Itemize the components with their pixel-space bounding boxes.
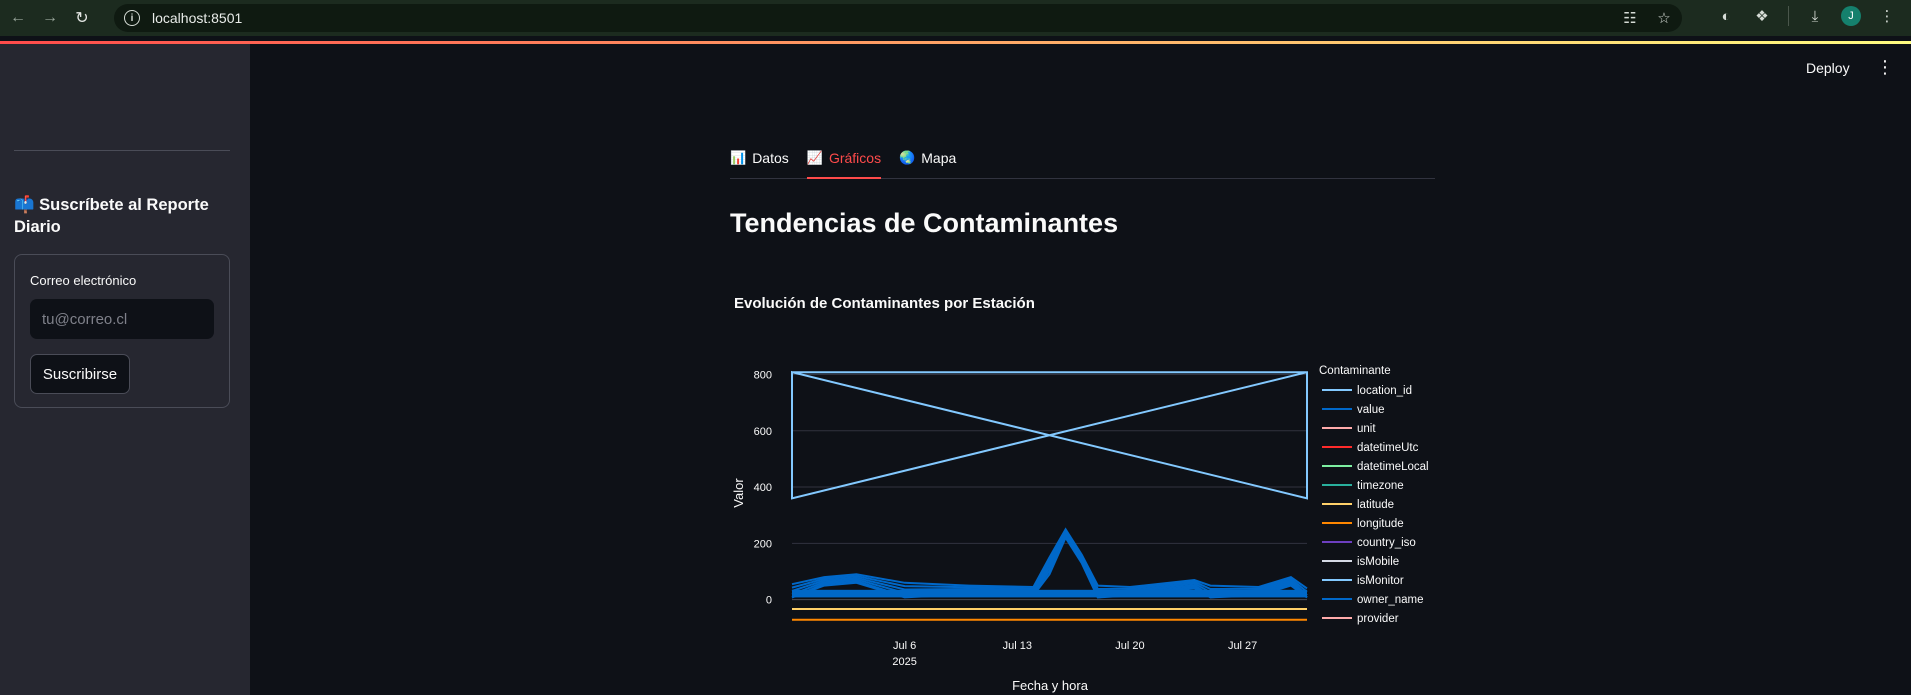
- legend-item-label: value: [1357, 404, 1385, 416]
- translate-icon[interactable]: ☷: [1620, 8, 1640, 28]
- legend-item-label: datetimeUtc: [1357, 442, 1419, 454]
- x-axis-ticks: Jul 6 Jul 13 Jul 20 Jul 27 2025: [892, 640, 1257, 668]
- header-decoration-bar: [0, 41, 1911, 44]
- page-title: Tendencias de Contaminantes: [730, 208, 1119, 238]
- toolbar-separator: [1788, 6, 1789, 26]
- x-tick-label: Jul 20: [1115, 640, 1144, 652]
- x-tick-label: Jul 13: [1003, 640, 1032, 652]
- tab-mapa[interactable]: 🌏 Mapa: [899, 146, 956, 179]
- subscribe-form: Correo electrónico Suscribirse: [14, 254, 230, 408]
- chart-legend[interactable]: Contaminante location_idvalue unit datetim…: [1319, 365, 1429, 625]
- url-text[interactable]: localhost:8501: [152, 10, 242, 26]
- sidebar: 📫 Suscríbete al Reporte Diario Correo el…: [0, 44, 250, 695]
- x-tick-label: Jul 6: [893, 640, 916, 652]
- legend-item-label: latitude: [1357, 499, 1394, 511]
- browser-toolbar: ← → ↻ i localhost:8501 ☷ ☆ ◐ ❖ ⤓ J ⋮: [0, 0, 1911, 36]
- legend-item-label: provider: [1357, 613, 1399, 625]
- tab-label: Gráficos: [828, 150, 882, 166]
- legend-item-label: longitude: [1357, 518, 1404, 530]
- deploy-button[interactable]: Deploy: [1806, 60, 1850, 76]
- legend-item-label: timezone: [1357, 480, 1404, 492]
- app-menu-icon[interactable]: ⋮: [1876, 58, 1894, 76]
- y-axis-ticks: 0 200 400 600 800: [754, 369, 772, 606]
- y-tick-label: 800: [754, 369, 772, 381]
- media-control-icon[interactable]: ◐: [1716, 6, 1736, 26]
- y-axis-label: Valor: [731, 478, 746, 508]
- line-chart-icon: 📈: [806, 150, 823, 165]
- email-input[interactable]: [30, 299, 214, 339]
- bar-chart-icon: 📊: [730, 150, 747, 165]
- pollutant-trend-chart[interactable]: Evolución de Contaminantes por Estación …: [730, 290, 1450, 695]
- subscribe-heading: 📫 Suscríbete al Reporte Diario: [14, 196, 209, 236]
- y-tick-label: 400: [754, 482, 772, 494]
- download-icon[interactable]: ⤓: [1805, 6, 1825, 26]
- globe-icon: 🌏: [899, 150, 916, 165]
- legend-item-label: location_id: [1357, 385, 1412, 397]
- series-line-location_id: [791, 370, 1308, 500]
- extensions-icon[interactable]: ❖: [1752, 6, 1772, 26]
- legend-item-label: isMonitor: [1357, 575, 1404, 587]
- tab-graficos[interactable]: 📈 Gráficos: [806, 146, 882, 179]
- tab-label: Datos: [752, 150, 789, 166]
- tab-datos[interactable]: 📊 Datos: [730, 146, 789, 179]
- legend-item-label: isMobile: [1357, 556, 1399, 568]
- legend-item-label: datetimeLocal: [1357, 461, 1429, 473]
- chart-plot-area: [791, 370, 1308, 621]
- x-axis-label: Fecha y hora: [1012, 678, 1089, 693]
- sidebar-divider: [14, 150, 230, 151]
- back-arrow-icon[interactable]: ←: [4, 4, 32, 32]
- y-tick-label: 0: [766, 595, 772, 607]
- x-year-label: 2025: [892, 656, 916, 668]
- legend-title: Contaminante: [1319, 365, 1391, 377]
- legend-item-label: owner_name: [1357, 594, 1423, 606]
- profile-avatar[interactable]: J: [1841, 6, 1861, 26]
- tab-label: Mapa: [921, 150, 957, 166]
- address-bar[interactable]: i localhost:8501 ☷ ☆: [114, 4, 1682, 32]
- browser-menu-icon[interactable]: ⋮: [1877, 6, 1897, 26]
- x-tick-label: Jul 27: [1228, 640, 1257, 652]
- email-label: Correo electrónico: [30, 273, 137, 288]
- series-band-value: [792, 589, 1307, 598]
- forward-arrow-icon[interactable]: →: [36, 4, 64, 32]
- subscribe-button[interactable]: Suscribirse: [30, 354, 130, 394]
- tab-bar: 📊 Datos 📈 Gráficos 🌏 Mapa: [730, 146, 1435, 179]
- bookmark-star-icon[interactable]: ☆: [1654, 8, 1674, 28]
- chart-title: Evolución de Contaminantes por Estación: [734, 295, 1035, 312]
- site-info-icon[interactable]: i: [124, 10, 140, 26]
- legend-item-label: country_iso: [1357, 537, 1416, 549]
- reload-icon[interactable]: ↻: [68, 4, 96, 32]
- y-tick-label: 600: [754, 426, 772, 438]
- legend-item-label: unit: [1357, 423, 1376, 435]
- y-tick-label: 200: [754, 538, 772, 550]
